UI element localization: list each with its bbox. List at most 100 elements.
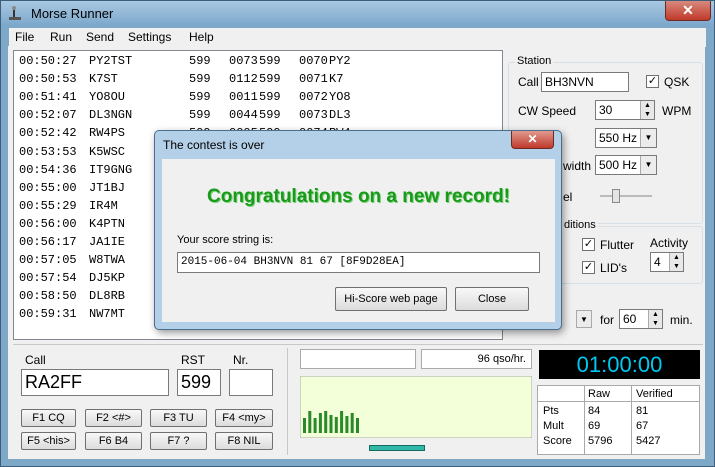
- f4-button[interactable]: F4 <my>: [215, 409, 273, 427]
- volume-slider-thumb[interactable]: [612, 189, 620, 203]
- score-header-raw: Raw: [588, 388, 611, 400]
- rate-bar: [318, 413, 322, 433]
- log-cell: 0072: [299, 90, 328, 105]
- log-cell: K4PTN: [89, 216, 126, 231]
- hiscore-web-page-button[interactable]: Hi-Score web page: [335, 287, 447, 311]
- log-cell: 00:56:00: [19, 216, 77, 231]
- rate-bar: [329, 415, 333, 433]
- entry-nr-input[interactable]: [229, 369, 273, 396]
- score-raw-value: 69: [588, 420, 601, 432]
- bandwidth-select[interactable]: 500 Hz ▼: [595, 155, 657, 175]
- minutes-value: 60: [623, 312, 637, 326]
- menu-send[interactable]: Send: [86, 30, 114, 44]
- window-close-button[interactable]: ✕: [665, 1, 711, 21]
- dialog-close-button[interactable]: Close: [455, 287, 529, 311]
- score-table: Raw Verified Pts 84 81 Mult 69 67 Score …: [537, 385, 700, 455]
- qso-rate-panel: 96 qso/hr.: [421, 349, 532, 369]
- log-cell: 0073: [229, 54, 258, 68]
- f8-button[interactable]: F8 NIL: [215, 432, 273, 450]
- entry-nr-label: Nr.: [233, 353, 249, 367]
- spin-down-icon[interactable]: ▼: [648, 319, 662, 328]
- log-cell: 00:51:41: [19, 90, 77, 105]
- score-row-label: Pts: [543, 405, 559, 417]
- log-cell: 0070: [299, 54, 328, 68]
- log-cell: 00:53:53: [19, 144, 77, 159]
- chevron-down-icon[interactable]: ▼: [640, 129, 656, 147]
- pitch-select[interactable]: 550 Hz ▼: [595, 128, 657, 148]
- for-label: for: [600, 313, 615, 327]
- rate-bar: [356, 418, 359, 433]
- log-cell: NW7MT: [89, 307, 126, 322]
- menu-file[interactable]: File: [15, 30, 34, 44]
- activity-input[interactable]: 4 ▲ ▼: [650, 252, 684, 272]
- score-string-field[interactable]: 2015-06-04 BH3NVN 81 67 [8F9D28EA]: [177, 252, 540, 273]
- f5-button[interactable]: F5 <his>: [21, 432, 76, 450]
- log-cell: 00:52:07: [19, 108, 77, 123]
- f2-button[interactable]: F2 <#>: [85, 409, 142, 427]
- rate-bar: [308, 411, 312, 433]
- log-cell: K7ST: [89, 72, 118, 87]
- log-cell: 00:57:05: [19, 253, 77, 268]
- dialog-body: Congratulations on a new record! Your sc…: [162, 159, 555, 322]
- score-raw-value: 5796: [588, 435, 613, 447]
- log-cell: 599: [189, 72, 211, 87]
- minutes-input[interactable]: 60 ▲ ▼: [619, 309, 663, 329]
- app-icon: [9, 6, 21, 20]
- chevron-down-icon[interactable]: ▼: [640, 156, 656, 174]
- flutter-checkbox[interactable]: ✓: [582, 238, 595, 251]
- activity-value: 4: [654, 255, 661, 269]
- lids-checkbox[interactable]: ✓: [582, 261, 595, 274]
- entry-call-input[interactable]: RA2FF: [21, 369, 169, 396]
- volume-slider-track[interactable]: [600, 195, 652, 197]
- log-cell: 599: [189, 108, 211, 123]
- status-panel: [300, 349, 416, 369]
- rate-bar: [350, 413, 354, 433]
- wpm-label: WPM: [662, 104, 692, 118]
- score-verified-value: 5427: [636, 435, 661, 447]
- conditions-group-title: ditions: [562, 219, 598, 231]
- cw-speed-input[interactable]: 30 ▲ ▼: [595, 100, 655, 120]
- score-row-label: Mult: [543, 420, 564, 432]
- rate-bar: [345, 416, 349, 433]
- qsk-checkbox[interactable]: ✓: [646, 75, 659, 88]
- menu-settings[interactable]: Settings: [128, 30, 171, 44]
- log-cell: 0044: [229, 108, 258, 123]
- f7-button[interactable]: F7 ?: [150, 432, 207, 450]
- menu-run[interactable]: Run: [50, 30, 72, 44]
- run-mode-dropdown[interactable]: ▼: [576, 310, 592, 328]
- contest-clock: 01:00:00: [539, 350, 700, 379]
- entry-call-label: Call: [25, 353, 46, 367]
- rate-bar: [313, 418, 317, 433]
- spin-up-icon[interactable]: ▲: [648, 310, 662, 319]
- entry-rst-input[interactable]: 599: [177, 369, 221, 396]
- log-cell: DJ5KP: [89, 271, 126, 286]
- bandwidth-value: 500 Hz: [599, 158, 638, 172]
- log-cell: 00:57:54: [19, 271, 77, 286]
- title-bar[interactable]: Morse Runner ✕: [1, 1, 714, 27]
- score-header-verified: Verified: [636, 388, 673, 400]
- log-cell: 00:55:29: [19, 198, 77, 213]
- station-call-input[interactable]: BH3NVN: [541, 72, 629, 92]
- spin-down-icon[interactable]: ▼: [669, 262, 683, 271]
- log-cell: PY2: [329, 54, 351, 68]
- score-verified-value: 67: [636, 420, 649, 432]
- menu-bar: File Run Send Settings Help: [9, 28, 706, 47]
- menu-help[interactable]: Help: [189, 30, 214, 44]
- log-cell: DL3NGN: [89, 108, 133, 123]
- f1-button[interactable]: F1 CQ: [21, 409, 76, 427]
- rate-chart-bg: [300, 376, 532, 438]
- log-cell: IT9GNG: [89, 162, 133, 177]
- f6-button[interactable]: F6 B4: [85, 432, 142, 450]
- score-header-divider: [538, 401, 699, 402]
- log-cell: W8TWA: [89, 253, 126, 268]
- score-col-divider: [631, 386, 632, 454]
- spin-up-icon[interactable]: ▲: [669, 253, 683, 262]
- pitch-value: 550 Hz: [599, 131, 638, 145]
- log-cell: 0112: [229, 72, 258, 87]
- dialog-close-icon[interactable]: ✕: [511, 131, 554, 149]
- spin-up-icon[interactable]: ▲: [640, 101, 654, 110]
- f3-button[interactable]: F3 TU: [150, 409, 207, 427]
- spin-down-icon[interactable]: ▼: [640, 110, 654, 119]
- band-indicator: [369, 445, 425, 451]
- volume-label: el: [563, 190, 573, 204]
